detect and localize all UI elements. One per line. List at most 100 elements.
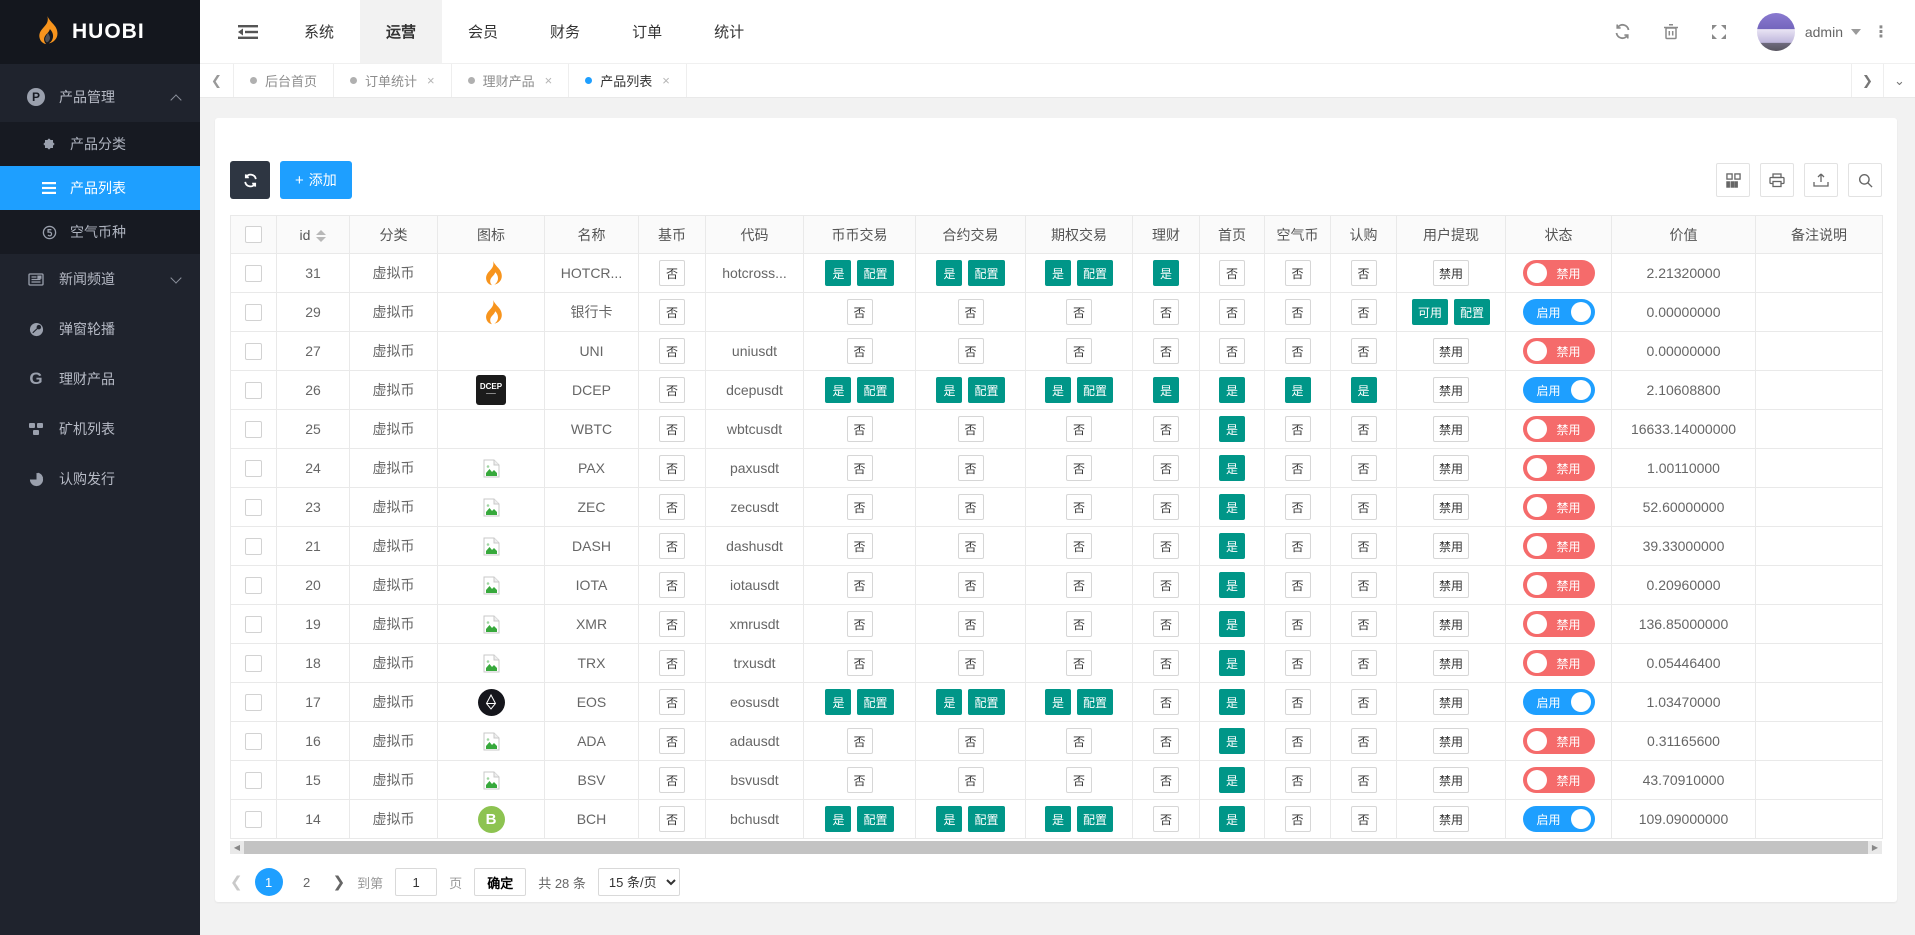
row-checkbox[interactable] <box>245 811 262 828</box>
config-button[interactable]: 配置 <box>968 260 1004 286</box>
topnav-item-2[interactable]: 会员 <box>442 0 524 63</box>
no-badge[interactable]: 否 <box>659 572 685 598</box>
no-badge[interactable]: 否 <box>1285 806 1311 832</box>
config-button[interactable]: 配置 <box>1077 689 1113 715</box>
yes-badge[interactable]: 是 <box>825 260 851 286</box>
withdraw-disabled-badge[interactable]: 禁用 <box>1433 377 1469 403</box>
status-toggle[interactable]: 禁用 <box>1523 650 1595 676</box>
yes-badge[interactable]: 是 <box>1219 572 1245 598</box>
no-badge[interactable]: 否 <box>1285 572 1311 598</box>
no-badge[interactable]: 否 <box>659 416 685 442</box>
row-checkbox[interactable] <box>245 265 262 282</box>
config-button[interactable]: 配置 <box>857 689 893 715</box>
withdraw-disabled-badge[interactable]: 禁用 <box>1433 611 1469 637</box>
no-badge[interactable]: 否 <box>1351 455 1377 481</box>
no-badge[interactable]: 否 <box>659 533 685 559</box>
withdraw-disabled-badge[interactable]: 禁用 <box>1433 338 1469 364</box>
no-badge[interactable]: 否 <box>847 728 873 754</box>
no-badge[interactable]: 否 <box>1066 650 1092 676</box>
yes-badge[interactable]: 是 <box>1219 611 1245 637</box>
withdraw-disabled-badge[interactable]: 禁用 <box>1433 416 1469 442</box>
no-badge[interactable]: 否 <box>1153 767 1179 793</box>
topnav-item-0[interactable]: 系统 <box>278 0 360 63</box>
no-badge[interactable]: 否 <box>1351 338 1377 364</box>
sidebar-item-产品管理[interactable]: P产品管理 <box>0 72 200 122</box>
tab-3[interactable]: 产品列表× <box>569 64 687 97</box>
yes-badge[interactable]: 是 <box>1219 689 1245 715</box>
row-checkbox[interactable] <box>245 733 262 750</box>
sidebar-item-产品分类[interactable]: 产品分类 <box>0 122 200 166</box>
no-badge[interactable]: 否 <box>1153 455 1179 481</box>
yes-badge[interactable]: 是 <box>1219 494 1245 520</box>
tab-1[interactable]: 订单统计× <box>334 64 452 97</box>
scroll-right-arrow-icon[interactable]: ▶ <box>1868 841 1882 854</box>
no-badge[interactable]: 否 <box>1066 299 1092 325</box>
no-badge[interactable]: 否 <box>1285 728 1311 754</box>
no-badge[interactable]: 否 <box>958 611 984 637</box>
config-button[interactable]: 配置 <box>1077 377 1113 403</box>
topnav-item-1[interactable]: 运营 <box>360 0 442 63</box>
yes-badge[interactable]: 是 <box>1153 260 1179 286</box>
yes-badge[interactable]: 是 <box>1045 377 1071 403</box>
no-badge[interactable]: 否 <box>958 533 984 559</box>
admin-menu[interactable]: admin <box>1805 24 1861 40</box>
row-checkbox[interactable] <box>245 421 262 438</box>
topnav-item-5[interactable]: 统计 <box>688 0 770 63</box>
row-checkbox[interactable] <box>245 460 262 477</box>
row-checkbox[interactable] <box>245 343 262 360</box>
add-button[interactable]: +添加 <box>280 161 352 199</box>
no-badge[interactable]: 否 <box>1351 767 1377 793</box>
withdraw-disabled-badge[interactable]: 禁用 <box>1433 806 1469 832</box>
yes-badge[interactable]: 是 <box>1219 767 1245 793</box>
no-badge[interactable]: 否 <box>847 494 873 520</box>
status-toggle[interactable]: 禁用 <box>1523 494 1595 520</box>
no-badge[interactable]: 否 <box>1066 494 1092 520</box>
page-button-1[interactable]: 1 <box>255 868 283 896</box>
no-badge[interactable]: 否 <box>1285 260 1311 286</box>
row-checkbox[interactable] <box>245 538 262 555</box>
status-toggle[interactable]: 禁用 <box>1523 572 1595 598</box>
config-button[interactable]: 配置 <box>857 806 893 832</box>
no-badge[interactable]: 否 <box>1066 728 1092 754</box>
status-toggle[interactable]: 启用 <box>1523 377 1595 403</box>
no-badge[interactable]: 否 <box>958 728 984 754</box>
no-badge[interactable]: 否 <box>847 767 873 793</box>
no-badge[interactable]: 否 <box>1153 650 1179 676</box>
no-badge[interactable]: 否 <box>1153 299 1179 325</box>
no-badge[interactable]: 否 <box>1285 494 1311 520</box>
topnav-item-3[interactable]: 财务 <box>524 0 606 63</box>
sidebar-collapse-icon[interactable] <box>218 0 278 63</box>
status-toggle[interactable]: 启用 <box>1523 689 1595 715</box>
no-badge[interactable]: 否 <box>659 260 685 286</box>
tab-close-icon[interactable]: × <box>545 73 553 88</box>
next-page-button[interactable]: ❯ <box>333 873 346 891</box>
tab-close-icon[interactable]: × <box>662 73 670 88</box>
withdraw-disabled-badge[interactable]: 禁用 <box>1433 728 1469 754</box>
no-badge[interactable]: 否 <box>1153 416 1179 442</box>
no-badge[interactable]: 否 <box>1285 416 1311 442</box>
tab-scroll-left-button[interactable]: ❮ <box>200 64 234 97</box>
no-badge[interactable]: 否 <box>958 572 984 598</box>
no-badge[interactable]: 否 <box>1351 650 1377 676</box>
row-checkbox[interactable] <box>245 616 262 633</box>
sidebar-item-弹窗轮播[interactable]: 弹窗轮播 <box>0 304 200 354</box>
no-badge[interactable]: 否 <box>1285 650 1311 676</box>
withdraw-disabled-badge[interactable]: 禁用 <box>1433 767 1469 793</box>
topnav-item-4[interactable]: 订单 <box>606 0 688 63</box>
no-badge[interactable]: 否 <box>1153 689 1179 715</box>
no-badge[interactable]: 否 <box>659 806 685 832</box>
no-badge[interactable]: 否 <box>958 338 984 364</box>
scrollbar-thumb[interactable] <box>244 841 1868 854</box>
no-badge[interactable]: 否 <box>958 299 984 325</box>
search-icon[interactable] <box>1848 163 1882 197</box>
row-checkbox[interactable] <box>245 655 262 672</box>
no-badge[interactable]: 否 <box>1153 572 1179 598</box>
yes-badge[interactable]: 是 <box>936 689 962 715</box>
no-badge[interactable]: 否 <box>1066 533 1092 559</box>
yes-badge[interactable]: 是 <box>1219 455 1245 481</box>
config-button[interactable]: 配置 <box>968 377 1004 403</box>
no-badge[interactable]: 否 <box>659 455 685 481</box>
more-menu-icon[interactable]: ⋮ <box>1861 22 1901 42</box>
no-badge[interactable]: 否 <box>958 494 984 520</box>
yes-badge[interactable]: 是 <box>825 806 851 832</box>
